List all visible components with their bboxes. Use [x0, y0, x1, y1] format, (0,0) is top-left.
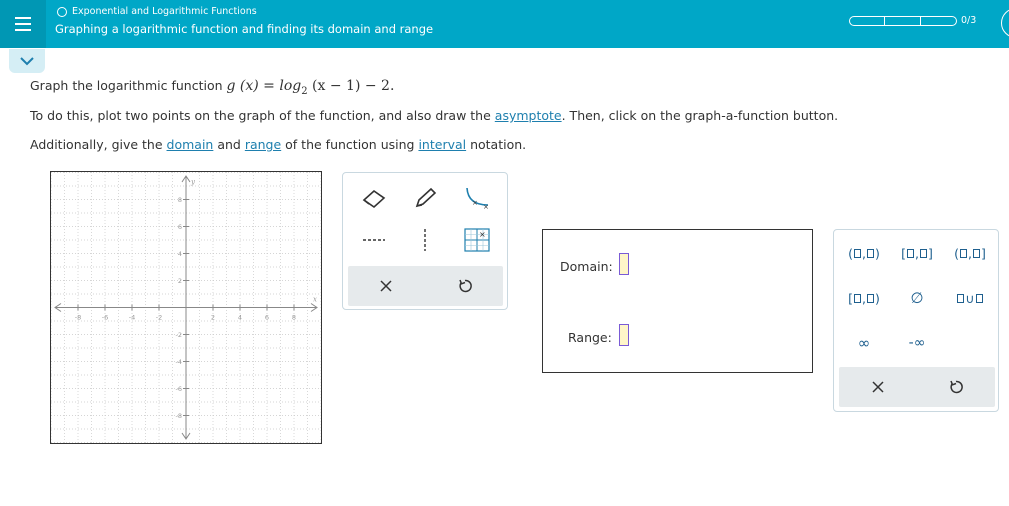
y-tick-label: 2 [178, 277, 182, 285]
clear-icon [380, 280, 392, 292]
empty-set-key[interactable]: ∅ [897, 287, 937, 309]
x-tick-label: -8 [75, 314, 81, 322]
x-tick-label: 6 [265, 314, 269, 322]
instruction-text: To do this, plot two points on the graph… [30, 108, 495, 123]
topic-label: Exponential and Logarithmic Functions [72, 6, 257, 17]
function-expression: g (x) = log2 (x − 1) − 2. [226, 78, 395, 97]
y-axis-label: y [190, 178, 196, 186]
x-tick-label: 4 [238, 314, 242, 322]
graph-function-button[interactable]: × [457, 223, 497, 257]
keypad-clear-button[interactable] [858, 370, 898, 404]
y-tick-label: -4 [176, 358, 182, 366]
undo-button[interactable] [445, 269, 485, 303]
closed-closed-interval-key[interactable]: [,] [897, 242, 937, 264]
pencil-tool[interactable] [405, 181, 445, 215]
curve-icon: × × [466, 187, 489, 211]
x-tick-label: -4 [129, 314, 135, 322]
profile-circle-button[interactable] [1001, 8, 1009, 38]
instruction-line-2: Additionally, give the domain and range … [30, 137, 526, 152]
instruction-line: To do this, plot two points on the graph… [30, 108, 838, 123]
graph-tools-panel: × × × [342, 172, 508, 310]
menu-icon-line [15, 23, 31, 25]
closed-open-interval-key[interactable]: [,) [844, 287, 884, 309]
vertical-dashed-line-icon [424, 229, 426, 251]
clear-icon [872, 381, 884, 393]
asymptote-link[interactable]: asymptote [495, 108, 562, 123]
instruction-text: notation. [466, 137, 527, 152]
svg-text:×: × [479, 230, 486, 239]
collapse-toggle[interactable] [9, 49, 45, 73]
x-tick-label: 8 [292, 314, 296, 322]
y-tick-label: 4 [178, 250, 182, 258]
y-tick-label: -6 [176, 385, 182, 393]
x-tick-label: -2 [156, 314, 162, 322]
eraser-tool[interactable] [354, 181, 394, 215]
infinity-key[interactable]: ∞ [844, 332, 884, 354]
progress-indicator: 0/3 [849, 15, 976, 26]
undo-icon [459, 279, 472, 293]
range-label: Range: [568, 330, 612, 345]
topic-circle-icon [57, 6, 67, 17]
clear-button[interactable] [366, 269, 406, 303]
range-input[interactable] [619, 324, 629, 346]
svg-text:×: × [472, 199, 478, 207]
x-tick-label: -6 [102, 314, 108, 322]
negative-infinity-key[interactable]: -∞ [897, 332, 937, 354]
progress-segment [885, 15, 921, 26]
progress-label: 0/3 [961, 15, 977, 26]
problem-text: Graph the logarithmic function [30, 78, 227, 93]
horizontal-asymptote-tool[interactable] [354, 223, 394, 257]
undo-icon [950, 380, 963, 394]
page-title: Graphing a logarithmic function and find… [55, 22, 434, 36]
graph-canvas[interactable]: -8 -6 -4 -2 2 4 6 8 8 6 4 2 -2 -4 -6 -8 x y [50, 171, 322, 444]
instruction-text: . Then, click on the graph-a-function bu… [561, 108, 839, 123]
y-tick-label: -2 [176, 331, 182, 339]
keypad-undo-button[interactable] [936, 370, 976, 404]
instruction-text: of the function using [281, 137, 419, 152]
union-key[interactable]: ∪ [950, 287, 990, 309]
chevron-down-icon [20, 56, 34, 65]
graph-function-icon: × [464, 228, 490, 252]
x-axis-label: x [313, 296, 317, 304]
vertical-asymptote-tool[interactable] [405, 223, 445, 257]
menu-icon-line [15, 17, 31, 19]
progress-segment [921, 15, 957, 26]
y-tick-label: 6 [178, 223, 182, 231]
keypad-action-bar [839, 367, 995, 407]
range-link[interactable]: range [245, 137, 281, 152]
dashed-line-icon [363, 239, 385, 241]
progress-segment [849, 15, 885, 26]
eraser-icon [362, 189, 386, 209]
domain-input[interactable] [619, 253, 629, 275]
answer-panel: Domain: Range: [542, 229, 813, 373]
open-open-interval-key[interactable]: (,) [844, 242, 884, 264]
menu-icon-line [15, 29, 31, 31]
instruction-text: Additionally, give the [30, 137, 167, 152]
y-tick-label: -8 [176, 412, 182, 420]
interval-keypad: (,) [,] (,] [,) ∅ ∪ ∞ -∞ [833, 229, 999, 412]
coordinate-grid[interactable]: -8 -6 -4 -2 2 4 6 8 8 6 4 2 -2 -4 -6 -8 x y [50, 172, 322, 443]
svg-text:×: × [483, 203, 489, 211]
top-bar: Exponential and Logarithmic Functions Gr… [0, 0, 1009, 48]
interval-link[interactable]: interval [418, 137, 466, 152]
instruction-text: and [213, 137, 245, 152]
pencil-icon [415, 187, 437, 208]
curve-tool[interactable]: × × [457, 181, 497, 215]
x-tick-label: 2 [211, 314, 215, 322]
tools-action-bar [348, 266, 503, 306]
menu-button[interactable] [0, 0, 46, 48]
y-tick-label: 8 [178, 196, 182, 204]
problem-statement: Graph the logarithmic function g (x) = l… [30, 78, 394, 97]
domain-link[interactable]: domain [167, 137, 214, 152]
domain-label: Domain: [560, 259, 613, 274]
topic-heading: Exponential and Logarithmic Functions [57, 6, 257, 17]
open-closed-interval-key[interactable]: (,] [950, 242, 990, 264]
